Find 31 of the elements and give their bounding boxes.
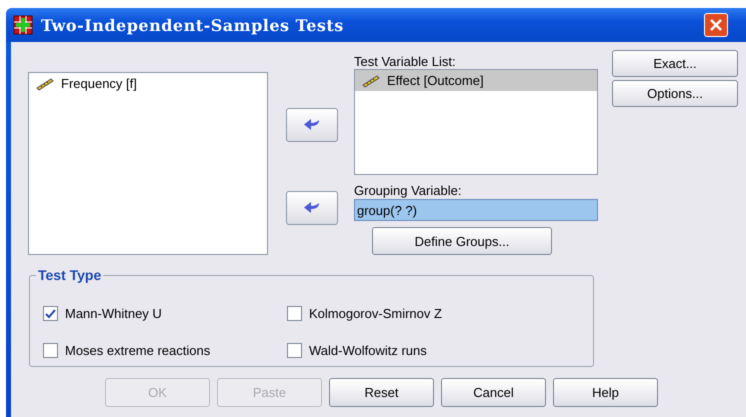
dialog-button[interactable]: Reset bbox=[329, 378, 434, 407]
checkbox[interactable] bbox=[43, 306, 58, 321]
variable-item[interactable]: Effect [Outcome] bbox=[355, 70, 597, 91]
field-label: Grouping Variable: bbox=[354, 183, 462, 198]
move-button[interactable] bbox=[286, 191, 338, 225]
grouping-variable-field[interactable]: group(? ?) bbox=[354, 199, 598, 221]
ruler-icon bbox=[35, 76, 55, 90]
checkbox-label: Kolmogorov-Smirnov Z bbox=[309, 306, 442, 321]
close-button[interactable] bbox=[704, 13, 728, 37]
checkbox-label: Mann-Whitney U bbox=[65, 306, 162, 321]
checkbox-label: Moses extreme reactions bbox=[65, 343, 210, 358]
dialog-button[interactable]: Options... bbox=[612, 80, 738, 107]
checkbox-label: Wald-Wolfowitz runs bbox=[309, 343, 427, 358]
checkbox[interactable] bbox=[43, 343, 58, 358]
checkbox[interactable] bbox=[287, 343, 302, 358]
grid-plus-icon bbox=[13, 15, 33, 35]
dialog-button[interactable]: Help bbox=[553, 378, 658, 407]
checkbox[interactable] bbox=[287, 306, 302, 321]
dialog-button[interactable]: Exact... bbox=[612, 50, 738, 77]
arrow-icon bbox=[303, 119, 321, 131]
variable-item[interactable]: Frequency [f] bbox=[29, 73, 267, 94]
define-groups-button[interactable]: Define Groups... bbox=[372, 227, 552, 255]
dialog-button[interactable]: Cancel bbox=[441, 378, 546, 407]
group-title: Test Type bbox=[36, 267, 104, 283]
list-label: Test Variable List: bbox=[354, 54, 457, 69]
window-title: Two-Independent-Samples Tests bbox=[41, 16, 345, 34]
move-button[interactable] bbox=[286, 108, 338, 142]
close-icon bbox=[708, 17, 724, 33]
arrow-icon bbox=[303, 202, 321, 214]
check-icon bbox=[45, 308, 56, 318]
ruler-icon bbox=[361, 74, 381, 88]
